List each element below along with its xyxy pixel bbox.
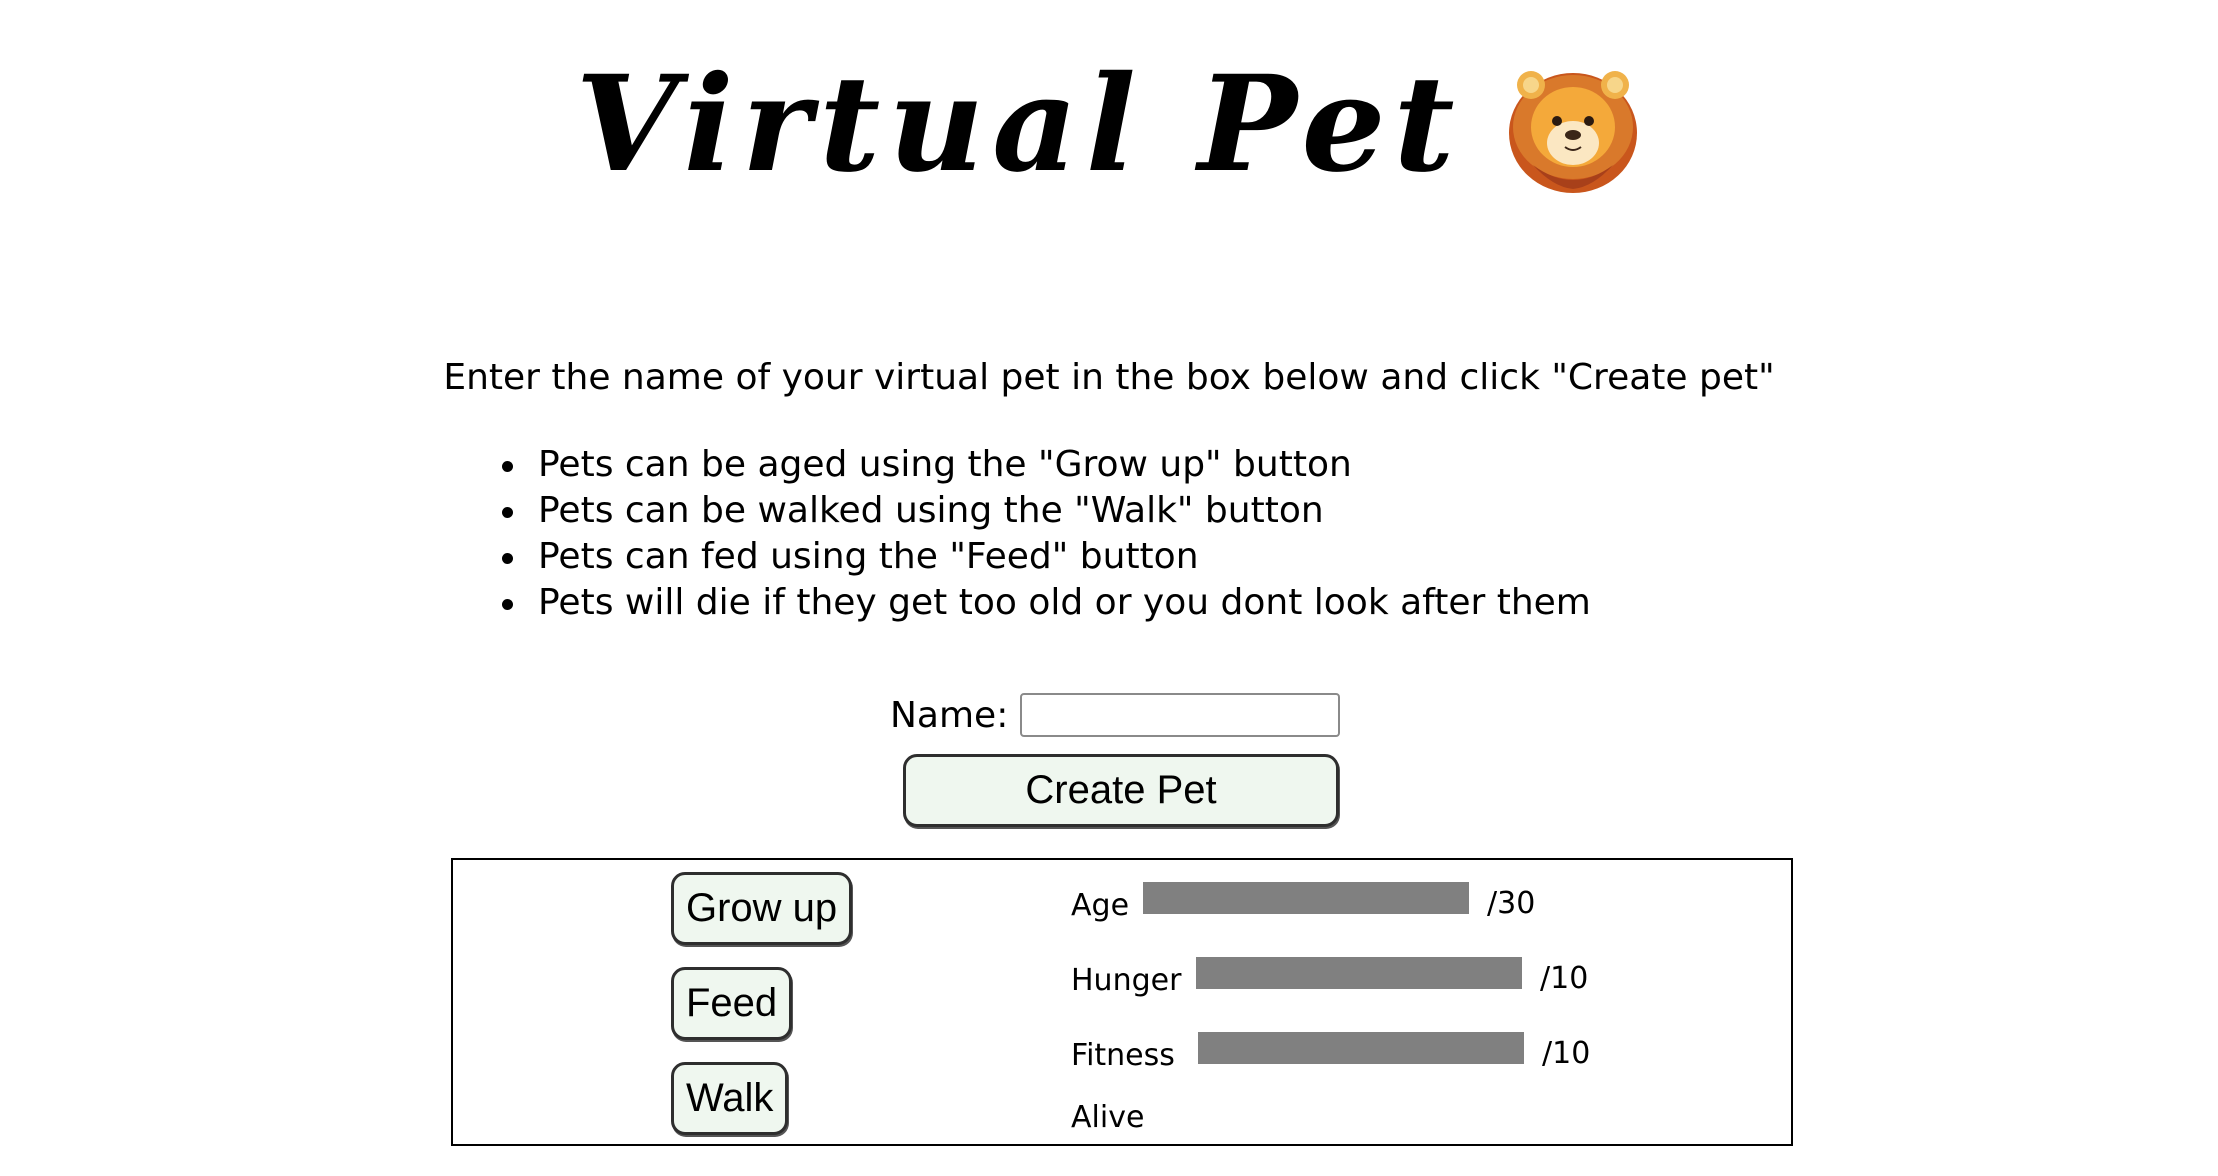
fitness-bar-fill [1198, 1032, 1524, 1064]
intro-text: Enter the name of your virtual pet in th… [443, 357, 1775, 398]
feed-button[interactable]: Feed [671, 967, 793, 1040]
hunger-max: /10 [1540, 961, 1589, 996]
list-item: Pets can be aged using the "Grow up" but… [488, 442, 1591, 488]
create-pet-button[interactable]: Create Pet [903, 754, 1339, 827]
rules-list: Pets can be aged using the "Grow up" but… [488, 442, 1591, 626]
page-title: Virtual Pet [575, 47, 1463, 202]
pet-panel: Grow up Feed Walk Age /30 Hunger /10 Fit… [451, 858, 1793, 1146]
page-header: Virtual Pet [0, 40, 2218, 210]
fitness-bar [1198, 1032, 1524, 1064]
name-label: Name: [890, 694, 1009, 736]
name-input[interactable] [1020, 693, 1341, 737]
list-item: Pets can be walked using the "Walk" butt… [488, 488, 1591, 534]
lion-face-icon [1508, 71, 1637, 193]
list-item: Pets can fed using the "Feed" button [488, 534, 1591, 580]
list-item: Pets will die if they get too old or you… [488, 580, 1591, 626]
hunger-label: Hunger [1071, 963, 1182, 998]
grow-up-button[interactable]: Grow up [671, 872, 853, 945]
hunger-bar-fill [1196, 957, 1522, 989]
fitness-max: /10 [1542, 1036, 1591, 1071]
age-bar [1143, 882, 1469, 914]
age-label: Age [1071, 888, 1130, 923]
name-row: Name: [890, 690, 1341, 740]
age-bar-fill [1143, 882, 1469, 914]
fitness-label: Fitness [1071, 1038, 1175, 1073]
status-label: Alive [1071, 1100, 1145, 1135]
walk-button[interactable]: Walk [671, 1062, 789, 1135]
age-max: /30 [1487, 886, 1536, 921]
hunger-bar [1196, 957, 1522, 989]
